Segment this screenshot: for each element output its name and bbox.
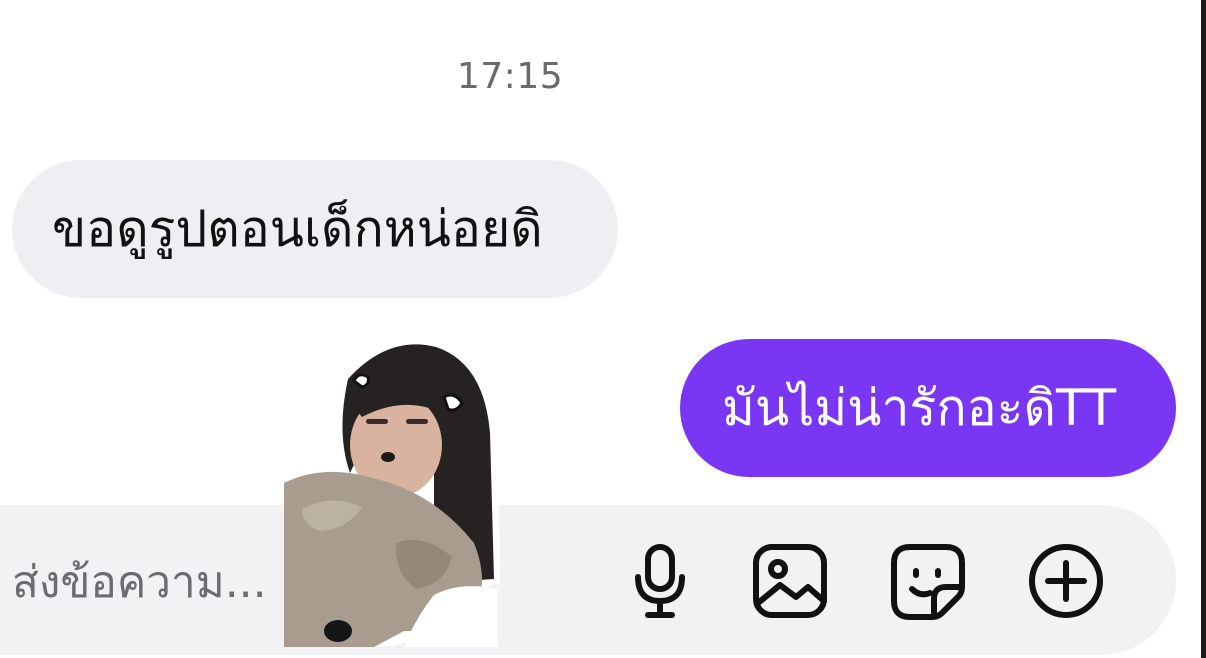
received-message-text: ขอดูรูปตอนเด็กหน่อยดิ [52,199,543,258]
image-button[interactable] [748,539,832,623]
sent-message-bubble[interactable]: มันไม่น่ารักอะดิTT [680,339,1176,477]
sticker-icon [891,544,965,620]
more-options-button[interactable] [1024,539,1108,623]
window-edge [1201,0,1206,658]
sent-message-text: มันไม่น่ารักอะดิTT [722,378,1117,437]
microphone-icon [635,544,685,618]
photo-sticker[interactable] [284,333,502,647]
microphone-button[interactable] [618,539,702,623]
plus-circle-icon [1029,544,1103,618]
message-timestamp: 17:15 [456,56,564,97]
image-icon [753,544,827,618]
message-input[interactable] [12,547,302,617]
received-message-bubble[interactable]: ขอดูรูปตอนเด็กหน่อยดิ [12,160,618,298]
sticker-button[interactable] [886,539,970,623]
message-composer [0,505,1176,655]
face-sticker-image [284,336,500,647]
